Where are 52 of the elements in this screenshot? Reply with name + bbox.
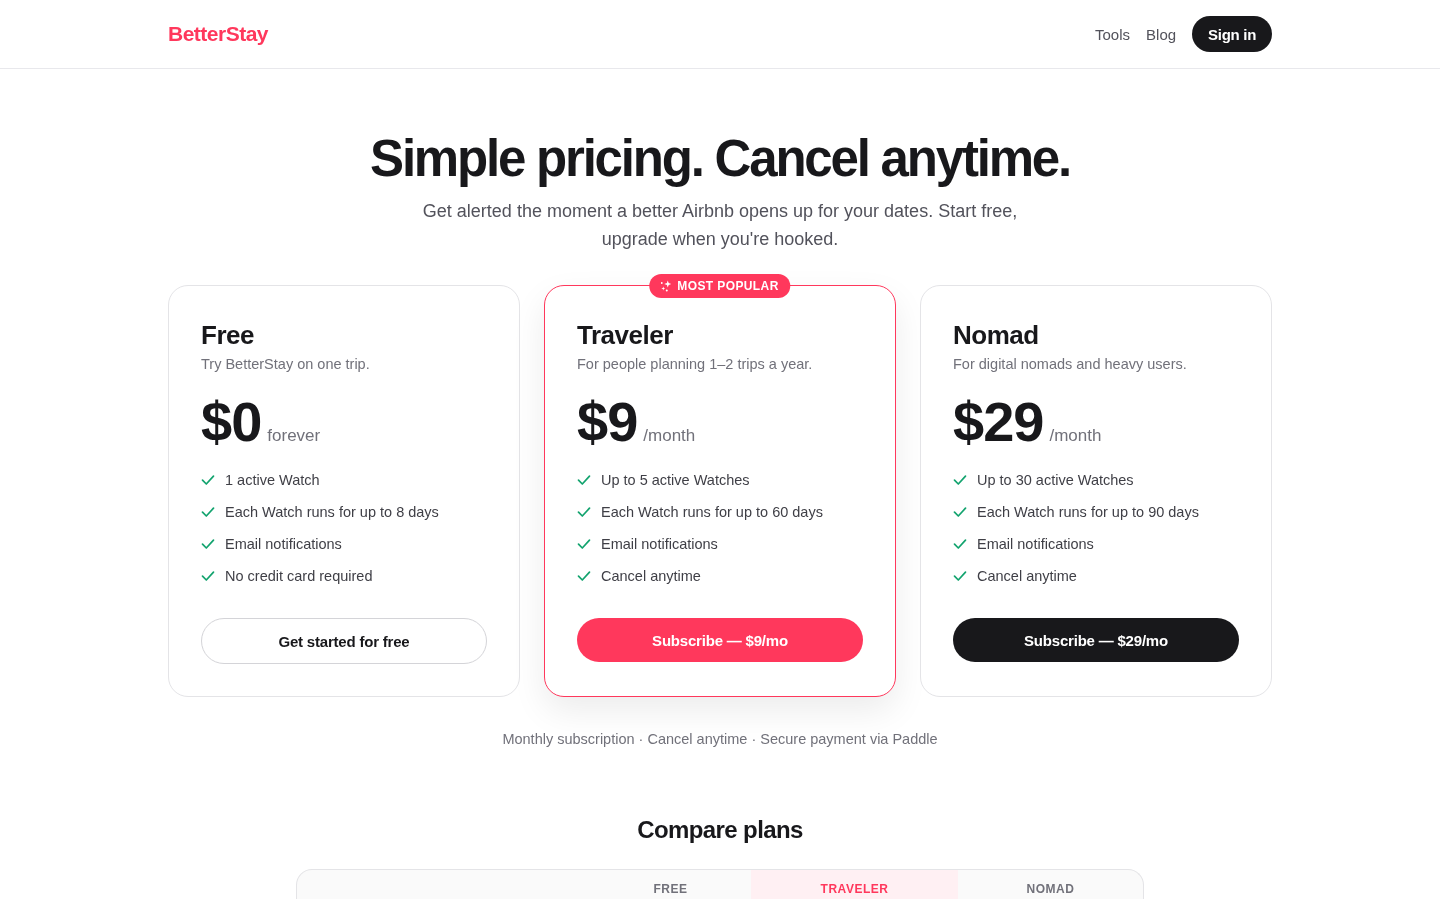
plan-name: Nomad bbox=[953, 319, 1040, 352]
billing-note: Monthly subscription · Cancel anytime · Secure payment via Paddle bbox=[501, 730, 939, 749]
popular-text: MOST POPULAR bbox=[677, 279, 779, 293]
feature-text: Up to 5 active Watches bbox=[601, 472, 750, 488]
feature-text: Cancel anytime bbox=[601, 568, 701, 584]
feature-text: Cancel anytime bbox=[977, 568, 1077, 584]
plan-button[interactable]: Subscribe — $29/mo bbox=[953, 618, 1239, 662]
feature-text: Each Watch runs for up to 60 days bbox=[601, 504, 823, 520]
plan-description: For people planning 1–2 trips a year. bbox=[577, 355, 814, 374]
check-icon bbox=[201, 569, 215, 583]
plan-button[interactable]: Subscribe — $9/mo bbox=[577, 618, 863, 662]
price-period: /month bbox=[1049, 426, 1102, 446]
check-icon bbox=[577, 537, 591, 551]
check-icon bbox=[953, 537, 967, 551]
plan-description: For digital nomads and heavy users. bbox=[953, 355, 1188, 374]
plan-name: Traveler bbox=[577, 319, 674, 352]
nav-link[interactable]: Blog bbox=[1146, 25, 1177, 43]
feature-text: Up to 30 active Watches bbox=[977, 472, 1134, 488]
plan-button[interactable]: Get started for free bbox=[201, 618, 487, 664]
check-icon bbox=[953, 505, 967, 519]
feature-text: 1 active Watch bbox=[225, 472, 320, 488]
check-icon bbox=[577, 569, 591, 583]
feature-text: Email notifications bbox=[601, 536, 718, 552]
price-period: forever bbox=[267, 426, 321, 446]
logo-link[interactable]: BetterStay bbox=[168, 22, 269, 46]
plan-price: $9 bbox=[577, 392, 638, 452]
column-header: NOMAD bbox=[1025, 881, 1076, 898]
price-period: /month bbox=[643, 426, 696, 446]
page-subtitle: Get alerted the moment a better Airbnb opens up for your dates. Start free, upgrade when you're hooked. bbox=[421, 200, 1019, 251]
feature-text: Email notifications bbox=[225, 536, 342, 552]
plan-description: Try BetterStay on one trip. bbox=[201, 355, 371, 374]
plan-price: $29 bbox=[953, 392, 1044, 452]
section-title: Compare plans bbox=[636, 815, 804, 845]
check-icon bbox=[201, 537, 215, 551]
plan-price: $0 bbox=[201, 392, 262, 452]
check-icon bbox=[953, 473, 967, 487]
check-icon bbox=[201, 505, 215, 519]
sparkle-icon bbox=[660, 280, 673, 292]
sign-in-button[interactable]: Sign in bbox=[1192, 16, 1272, 52]
plan-name: Free bbox=[201, 319, 255, 352]
check-icon bbox=[201, 473, 215, 487]
column-header: FREE bbox=[652, 881, 689, 898]
feature-text: Each Watch runs for up to 8 days bbox=[225, 504, 439, 520]
feature-text: Each Watch runs for up to 90 days bbox=[977, 504, 1199, 520]
feature-text: No credit card required bbox=[225, 568, 373, 584]
feature-text: Email notifications bbox=[977, 536, 1094, 552]
check-icon bbox=[577, 473, 591, 487]
check-icon bbox=[953, 569, 967, 583]
page-title: Simple pricing. Cancel anytime. bbox=[369, 130, 1071, 187]
nav-link[interactable]: Tools bbox=[1095, 25, 1131, 43]
check-icon bbox=[577, 505, 591, 519]
column-header: TRAVELER bbox=[751, 870, 958, 899]
